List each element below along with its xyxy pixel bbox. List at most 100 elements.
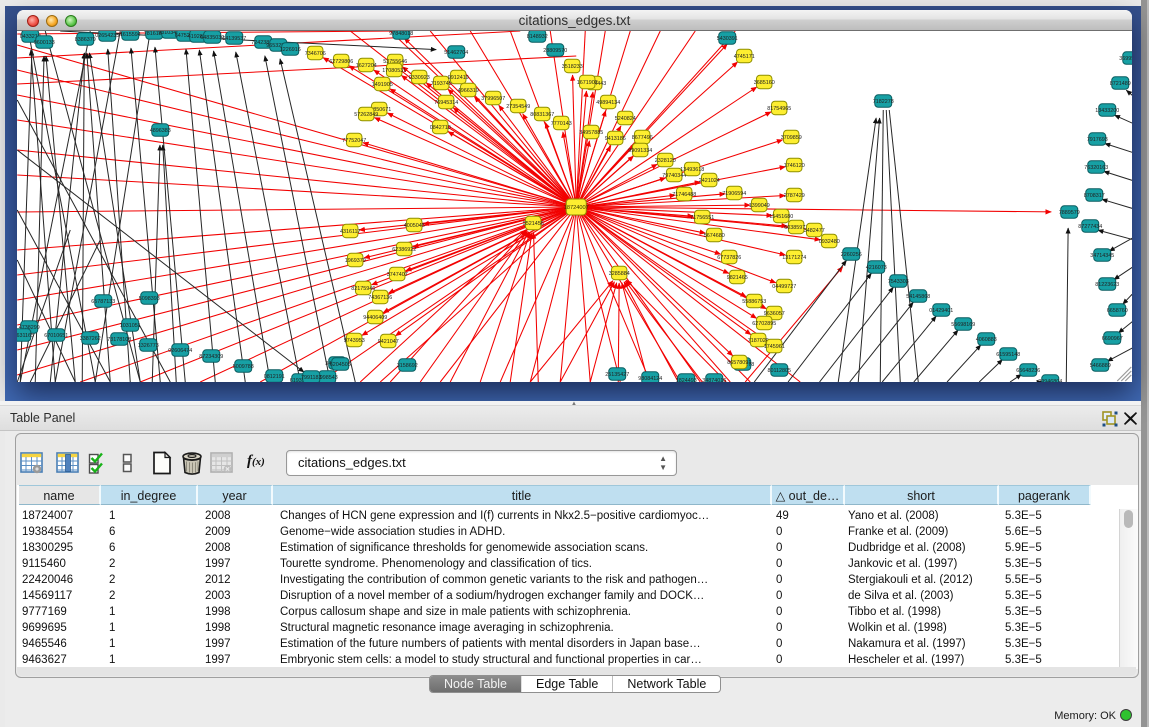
svg-text:61595148: 61595148 xyxy=(996,352,1020,358)
svg-text:27354549: 27354549 xyxy=(506,104,530,110)
svg-text:1226916: 1226916 xyxy=(280,47,301,53)
svg-text:57262849: 57262849 xyxy=(354,112,378,118)
svg-text:87234309: 87234309 xyxy=(199,354,223,360)
svg-text:8677496: 8677496 xyxy=(632,135,653,141)
svg-text:1399049: 1399049 xyxy=(749,203,770,209)
svg-text:9743953: 9743953 xyxy=(344,338,365,344)
svg-text:5098393: 5098393 xyxy=(139,296,160,302)
svg-text:1824493: 1824493 xyxy=(676,378,697,382)
svg-text:5674680: 5674680 xyxy=(704,233,725,239)
svg-text:25135427: 25135427 xyxy=(605,372,629,378)
svg-text:7346706: 7346706 xyxy=(305,51,326,57)
svg-text:13171274: 13171274 xyxy=(782,255,806,261)
svg-text:9413186: 9413186 xyxy=(605,136,626,142)
svg-text:4060883: 4060883 xyxy=(976,337,997,343)
svg-text:80112805: 80112805 xyxy=(767,368,791,374)
svg-text:8148932: 8148932 xyxy=(527,34,548,40)
svg-text:5240824: 5240824 xyxy=(615,116,636,122)
svg-text:9600133: 9600133 xyxy=(34,40,55,46)
svg-text:81754965: 81754965 xyxy=(767,106,791,112)
svg-text:1746120: 1746120 xyxy=(784,163,805,169)
svg-text:79740344: 79740344 xyxy=(662,173,686,179)
svg-text:76320163: 76320163 xyxy=(1084,165,1108,171)
svg-text:76945314: 76945314 xyxy=(434,100,458,106)
svg-text:37996507: 37996507 xyxy=(481,96,505,102)
svg-text:80831367: 80831367 xyxy=(530,112,554,118)
svg-text:2421024: 2421024 xyxy=(699,178,720,184)
svg-text:2328120: 2328120 xyxy=(655,158,676,164)
svg-text:3685160: 3685160 xyxy=(754,80,775,86)
svg-text:64835030: 64835030 xyxy=(200,35,224,41)
svg-text:9821465: 9821465 xyxy=(727,275,748,281)
svg-text:1491905: 1491905 xyxy=(372,82,393,88)
svg-text:18724007: 18724007 xyxy=(564,205,589,211)
svg-text:65648236: 65648236 xyxy=(1016,368,1040,374)
svg-text:3387262: 3387262 xyxy=(80,336,101,342)
svg-text:7770143: 7770143 xyxy=(551,121,572,127)
svg-text:51462704: 51462704 xyxy=(444,50,468,56)
svg-text:28809570: 28809570 xyxy=(543,48,567,54)
svg-text:34957885: 34957885 xyxy=(579,130,603,136)
svg-text:9421047: 9421047 xyxy=(378,339,399,345)
svg-text:6690967: 6690967 xyxy=(1102,336,1123,342)
svg-text:3747407: 3747407 xyxy=(387,272,408,278)
svg-text:2787429: 2787429 xyxy=(784,193,805,199)
svg-text:71906594: 71906594 xyxy=(722,191,746,197)
svg-text:36995777: 36995777 xyxy=(1119,56,1131,62)
svg-text:8708317: 8708317 xyxy=(1084,193,1105,199)
svg-text:0842710: 0842710 xyxy=(430,125,451,131)
svg-text:6204505: 6204505 xyxy=(330,362,351,368)
svg-text:04499727: 04499727 xyxy=(772,284,796,290)
svg-text:54145868: 54145868 xyxy=(906,294,930,300)
svg-text:29946804: 29946804 xyxy=(1038,379,1062,382)
svg-text:7182278: 7182278 xyxy=(873,99,894,105)
svg-text:5009788: 5009788 xyxy=(233,364,254,370)
svg-text:71746488: 71746488 xyxy=(672,192,696,198)
svg-text:4216073: 4216073 xyxy=(866,265,887,271)
svg-text:67010651: 67010651 xyxy=(44,333,68,339)
svg-text:55886753: 55886753 xyxy=(742,299,766,305)
svg-text:0330923: 0330923 xyxy=(409,75,430,81)
svg-text:13433200: 13433200 xyxy=(1095,108,1119,114)
svg-text:7889579: 7889579 xyxy=(1059,210,1080,216)
svg-text:1615594: 1615594 xyxy=(120,32,141,38)
svg-text:02654235: 02654235 xyxy=(95,33,119,39)
svg-text:62729806: 62729806 xyxy=(329,59,353,65)
svg-text:5466889: 5466889 xyxy=(1090,363,1111,369)
svg-text:81223623: 81223623 xyxy=(1095,282,1119,288)
svg-text:37631165: 37631165 xyxy=(17,333,34,339)
svg-text:2260256: 2260256 xyxy=(841,252,862,258)
svg-text:7193745: 7193745 xyxy=(431,81,452,87)
svg-text:62386922: 62386922 xyxy=(392,247,416,253)
svg-text:62702895: 62702895 xyxy=(752,321,776,327)
svg-text:13493618: 13493618 xyxy=(680,167,704,173)
svg-text:55698169: 55698169 xyxy=(951,322,975,328)
svg-text:17080531: 17080531 xyxy=(382,68,406,74)
svg-text:49894134: 49894134 xyxy=(596,100,620,106)
svg-text:7917693: 7917693 xyxy=(1087,137,1108,143)
svg-text:34874016: 34874016 xyxy=(702,378,726,382)
svg-text:65787133: 65787133 xyxy=(91,299,115,305)
svg-text:7543303: 7543303 xyxy=(888,279,909,285)
svg-text:74367136: 74367136 xyxy=(368,295,392,301)
svg-text:9912419: 9912419 xyxy=(448,75,469,81)
svg-text:97848018: 97848018 xyxy=(389,31,413,37)
svg-text:9521456: 9521456 xyxy=(523,221,544,227)
svg-text:77752047: 77752047 xyxy=(342,138,366,144)
svg-text:3285884: 3285884 xyxy=(609,271,630,277)
svg-text:0812191: 0812191 xyxy=(264,374,285,380)
svg-text:73178108: 73178108 xyxy=(107,337,131,343)
svg-text:4005045: 4005045 xyxy=(404,223,425,229)
svg-text:01429401: 01429401 xyxy=(929,308,953,314)
svg-text:7991183: 7991183 xyxy=(301,375,322,381)
svg-text:71756551: 71756551 xyxy=(690,215,714,221)
svg-text:1627204: 1627204 xyxy=(356,63,377,69)
svg-text:15451680: 15451680 xyxy=(769,214,793,220)
svg-text:02606474: 02606474 xyxy=(168,348,192,354)
svg-text:86578091: 86578091 xyxy=(727,360,751,366)
svg-text:4896383: 4896383 xyxy=(150,128,171,134)
svg-text:8721489: 8721489 xyxy=(1110,81,1131,87)
svg-text:4745171: 4745171 xyxy=(734,54,755,60)
svg-text:82175946: 82175946 xyxy=(351,286,375,292)
svg-text:1671902: 1671902 xyxy=(577,80,598,86)
